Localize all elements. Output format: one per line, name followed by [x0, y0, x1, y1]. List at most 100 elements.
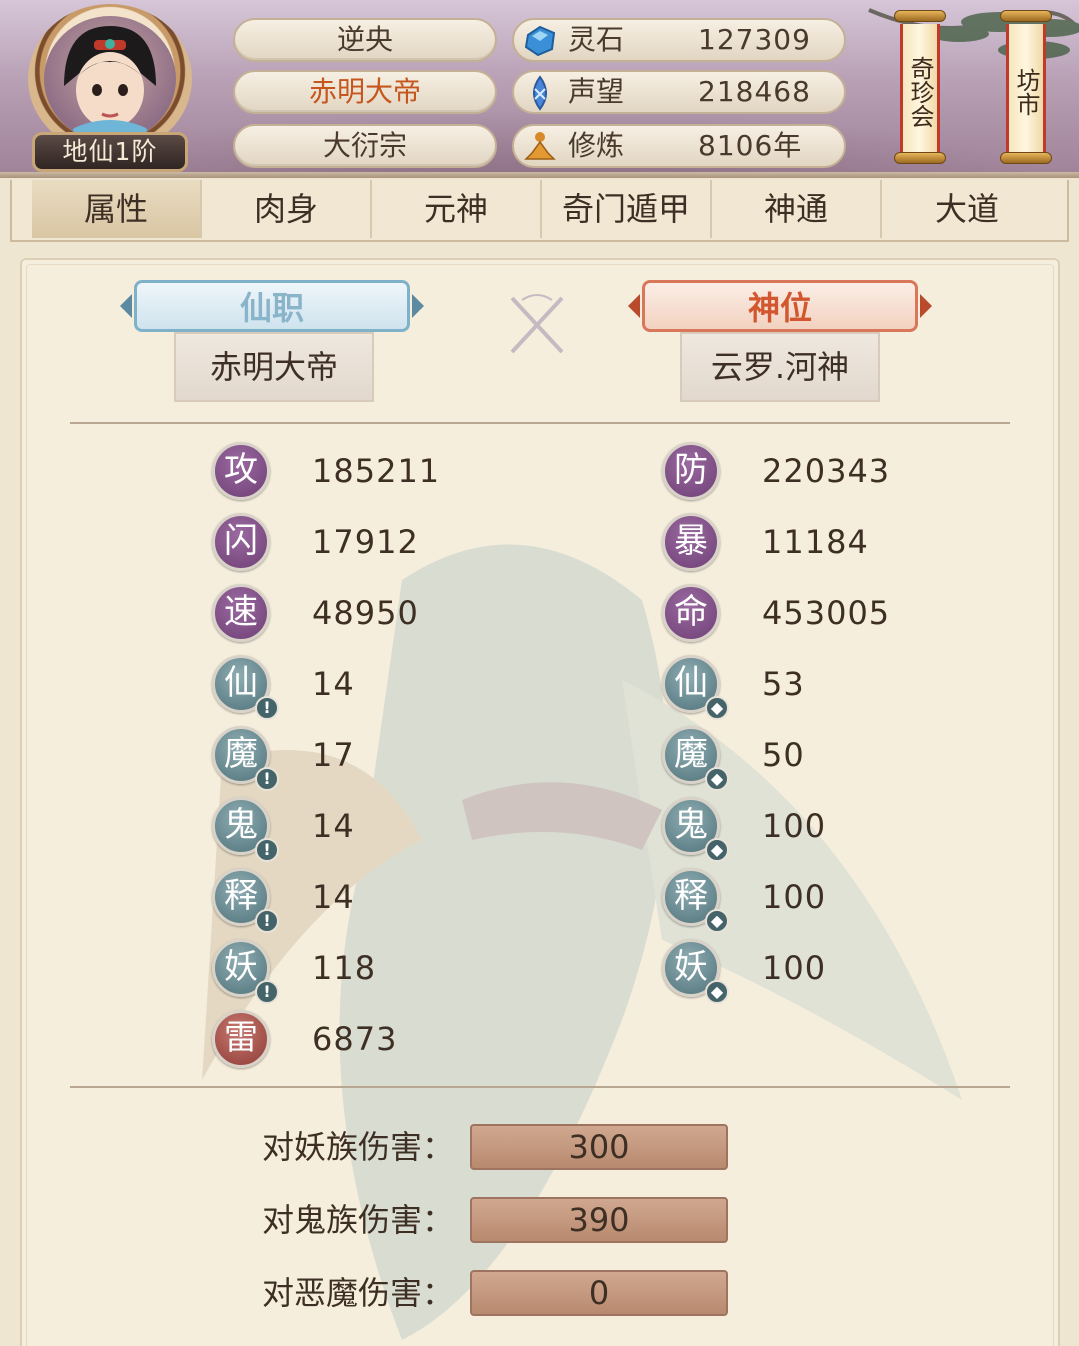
badge-glyph: 魔 [674, 734, 708, 774]
player-sect: 大衍宗 [233, 124, 497, 168]
exclamation-icon: ! [255, 767, 279, 791]
stat-value: 53 [762, 665, 805, 703]
player-avatar[interactable]: 地仙1阶 [28, 4, 192, 172]
stat-value: 17912 [312, 523, 419, 561]
badge-glyph: 妖 [674, 947, 708, 987]
stat-value: 100 [762, 949, 827, 987]
cultivation-label: 修炼 [568, 129, 625, 162]
exclamation-icon: ! [255, 909, 279, 933]
stat-value: 118 [312, 949, 377, 987]
section-divider [70, 1086, 1010, 1088]
market-button[interactable]: 坊市 [1000, 10, 1052, 170]
monster-badge-icon: 妖 ◆ [662, 939, 729, 1004]
banner-arrow-left [628, 294, 640, 318]
damage-vs-monsters: 对妖族伤害： 300 [22, 1124, 1058, 1170]
tab-dao[interactable]: 大道 [882, 180, 1052, 238]
shield-icon: ◆ [705, 980, 729, 1004]
stat-value: 48950 [312, 594, 419, 632]
spirit-stone-value: 127309 [698, 23, 811, 56]
stat-value: 453005 [762, 594, 891, 632]
badge-glyph: 鬼 [674, 805, 708, 845]
buddha-badge-icon: 释! [212, 868, 279, 933]
cultivation-icon [524, 132, 556, 160]
divine-rank-banner: 神位 [628, 280, 932, 332]
immortal-post-value: 赤明大帝 [174, 332, 374, 402]
thunder-badge-icon: 雷 [212, 1010, 270, 1068]
badge-glyph: 释 [224, 876, 258, 916]
shield-icon: ◆ [705, 696, 729, 720]
stat-value: 100 [762, 878, 827, 916]
prestige-label: 声望 [568, 75, 625, 108]
section-divider [70, 422, 1010, 424]
top-header: 地仙1阶 逆央 赤明大帝 大衍宗 灵石 127309 声望 218468 修炼 … [0, 0, 1079, 178]
immortal-post-heading: 仙职 [134, 280, 410, 332]
badge-glyph: 释 [674, 876, 708, 916]
spirit-stone-row: 灵石 127309 [512, 18, 846, 62]
badge-glyph: 鬼 [224, 805, 258, 845]
badge-glyph: 魔 [224, 734, 258, 774]
tab-spirit[interactable]: 元神 [372, 180, 542, 238]
shield-icon: ◆ [705, 838, 729, 862]
cultivation-row: 修炼 8106年 [512, 124, 846, 168]
stat-value: 11184 [762, 523, 869, 561]
buddha-badge-icon: 释 ◆ [662, 868, 729, 933]
exclamation-icon: ! [255, 696, 279, 720]
tab-attributes[interactable]: 属性 [32, 180, 202, 238]
damage-value: 300 [470, 1124, 728, 1170]
prestige-row: 声望 218468 [512, 70, 846, 114]
crossed-swords-icon [510, 294, 564, 354]
stat-value: 100 [762, 807, 827, 845]
prestige-icon [533, 75, 547, 111]
immortal-badge-icon: 仙 ◆ [662, 655, 729, 720]
tab-bar: 属性 肉身 元神 奇门遁甲 神通 大道 [10, 180, 1069, 242]
divine-rank-heading: 神位 [642, 280, 918, 332]
treasure-auction-label: 奇珍会 [900, 24, 940, 152]
tab-body[interactable]: 肉身 [202, 180, 372, 238]
avatar-portrait [44, 16, 176, 142]
exclamation-icon: ! [255, 838, 279, 862]
damage-label: 对恶魔伤害： [262, 1274, 455, 1312]
health-badge-icon: 命 [662, 584, 720, 642]
damage-label: 对鬼族伤害： [262, 1201, 455, 1239]
badge-glyph: 仙 [224, 663, 258, 703]
stat-value: 14 [312, 878, 355, 916]
badge-glyph: 妖 [224, 947, 258, 987]
realm-level-badge: 地仙1阶 [32, 132, 188, 172]
stat-value: 6873 [312, 1020, 398, 1058]
spirit-stone-icon [524, 25, 556, 57]
exclamation-icon: ! [255, 980, 279, 1004]
defense-badge-icon: 防 [662, 442, 720, 500]
stat-value: 14 [312, 807, 355, 845]
stat-value: 220343 [762, 452, 891, 490]
tab-qimen[interactable]: 奇门遁甲 [542, 180, 712, 238]
player-name: 逆央 [233, 18, 497, 62]
scroll-rod-bottom [894, 152, 946, 164]
shield-icon: ◆ [705, 767, 729, 791]
spirit-stone-label: 灵石 [568, 23, 625, 56]
critical-badge-icon: 暴 [662, 513, 720, 571]
attributes-panel: 仙职 赤明大帝 神位 云罗.河神 攻 185211 闪 17912 速 4895… [20, 258, 1060, 1346]
scroll-rod-top [894, 10, 946, 22]
banner-arrow-left [120, 294, 132, 318]
badge-glyph: 仙 [674, 663, 708, 703]
demon-badge-icon: 魔! [212, 726, 279, 791]
damage-vs-demons: 对恶魔伤害： 0 [22, 1270, 1058, 1316]
banner-arrow-right [920, 294, 932, 318]
ghost-badge-icon: 鬼 ◆ [662, 797, 729, 862]
dodge-badge-icon: 闪 [212, 513, 270, 571]
damage-label: 对妖族伤害： [262, 1128, 455, 1166]
divine-rank-value: 云罗.河神 [680, 332, 880, 402]
stat-value: 50 [762, 736, 805, 774]
market-label: 坊市 [1006, 24, 1046, 152]
demon-badge-icon: 魔 ◆ [662, 726, 729, 791]
tab-abilities[interactable]: 神通 [712, 180, 882, 238]
treasure-auction-button[interactable]: 奇珍会 [894, 10, 946, 170]
ghost-badge-icon: 鬼! [212, 797, 279, 862]
damage-value: 390 [470, 1197, 728, 1243]
shield-icon: ◆ [705, 909, 729, 933]
attack-badge-icon: 攻 [212, 442, 270, 500]
monster-badge-icon: 妖! [212, 939, 279, 1004]
speed-badge-icon: 速 [212, 584, 270, 642]
stat-value: 17 [312, 736, 355, 774]
banner-arrow-right [412, 294, 424, 318]
